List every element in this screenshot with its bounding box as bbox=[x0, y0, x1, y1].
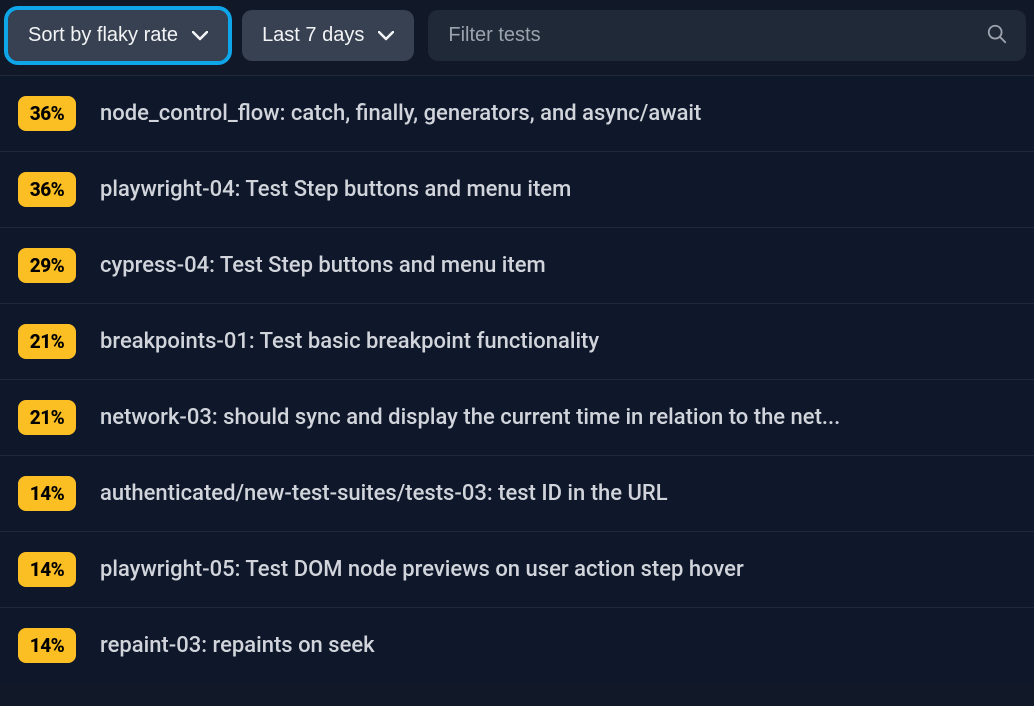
test-name: breakpoints-01: Test basic breakpoint fu… bbox=[100, 329, 1016, 354]
test-row[interactable]: 21% network-03: should sync and display t… bbox=[0, 379, 1034, 455]
flaky-rate-badge: 21% bbox=[18, 324, 76, 359]
test-row[interactable]: 21% breakpoints-01: Test basic breakpoint… bbox=[0, 303, 1034, 379]
test-row[interactable]: 14% repaint-03: repaints on seek bbox=[0, 607, 1034, 683]
chevron-down-icon bbox=[192, 31, 208, 41]
filter-input[interactable] bbox=[428, 10, 1026, 61]
sort-dropdown[interactable]: Sort by flaky rate bbox=[8, 10, 228, 61]
flaky-rate-badge: 36% bbox=[18, 96, 76, 131]
flaky-rate-badge: 14% bbox=[18, 628, 76, 663]
flaky-rate-badge: 14% bbox=[18, 476, 76, 511]
test-name: repaint-03: repaints on seek bbox=[100, 633, 1016, 658]
test-name: network-03: should sync and display the … bbox=[100, 405, 1016, 430]
test-row[interactable]: 14% authenticated/new-test-suites/tests-0… bbox=[0, 455, 1034, 531]
test-list: 36% node_control_flow: catch, finally, ge… bbox=[0, 75, 1034, 683]
test-name: node_control_flow: catch, finally, gener… bbox=[100, 101, 1016, 126]
flaky-rate-badge: 21% bbox=[18, 400, 76, 435]
test-name: playwright-05: Test DOM node previews on… bbox=[100, 557, 1016, 582]
toolbar: Sort by flaky rate Last 7 days bbox=[0, 0, 1034, 75]
sort-label: Sort by flaky rate bbox=[28, 24, 178, 47]
test-name: playwright-04: Test Step buttons and men… bbox=[100, 177, 1016, 202]
flaky-rate-badge: 29% bbox=[18, 248, 76, 283]
filter-wrap bbox=[428, 10, 1026, 61]
test-row[interactable]: 36% node_control_flow: catch, finally, ge… bbox=[0, 75, 1034, 151]
range-label: Last 7 days bbox=[262, 24, 364, 47]
test-name: authenticated/new-test-suites/tests-03: … bbox=[100, 481, 1016, 506]
test-row[interactable]: 36% playwright-04: Test Step buttons and … bbox=[0, 151, 1034, 227]
chevron-down-icon bbox=[378, 31, 394, 41]
test-row[interactable]: 29% cypress-04: Test Step buttons and men… bbox=[0, 227, 1034, 303]
search-icon bbox=[986, 23, 1008, 49]
flaky-rate-badge: 14% bbox=[18, 552, 76, 587]
test-name: cypress-04: Test Step buttons and menu i… bbox=[100, 253, 1016, 278]
test-row[interactable]: 14% playwright-05: Test DOM node previews… bbox=[0, 531, 1034, 607]
range-dropdown[interactable]: Last 7 days bbox=[242, 10, 414, 61]
flaky-rate-badge: 36% bbox=[18, 172, 76, 207]
